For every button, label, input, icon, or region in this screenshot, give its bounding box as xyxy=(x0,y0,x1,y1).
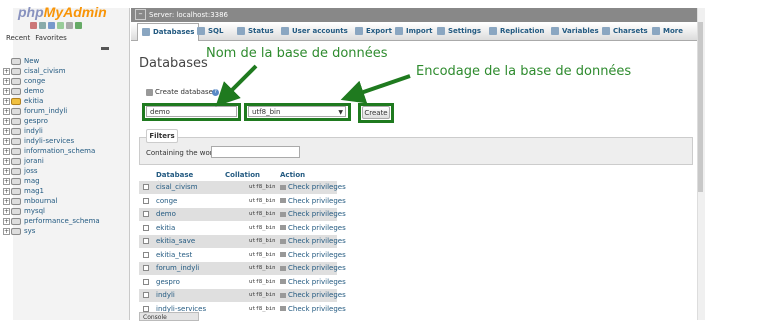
check-privileges-label: Check privileges xyxy=(288,264,346,272)
filter-input[interactable] xyxy=(211,146,300,158)
row-checkbox[interactable] xyxy=(143,211,149,217)
row-checkbox[interactable] xyxy=(143,238,149,244)
check-privileges-link[interactable]: Check privileges xyxy=(280,224,346,232)
row-checkbox[interactable] xyxy=(143,197,149,204)
filters-legend: Filters xyxy=(146,129,178,143)
collation-value: utf8_bin xyxy=(249,265,276,271)
column-database-label: Database xyxy=(156,171,194,179)
collation-value: utf8_bin xyxy=(249,238,276,244)
privileges-icon xyxy=(280,211,286,217)
database-link[interactable]: conge xyxy=(156,197,177,205)
collation-value: utf8_bin xyxy=(249,251,276,258)
row-checkbox[interactable] xyxy=(143,292,149,298)
privileges-icon xyxy=(280,238,286,244)
database-link[interactable]: ekitia xyxy=(156,224,175,232)
check-privileges-label: Check privileges xyxy=(288,210,346,218)
check-privileges-link[interactable]: Check privileges xyxy=(280,251,346,259)
table-row: ekitia_test utf8_bin Check privileges xyxy=(139,248,346,262)
table-row: demo utf8_bin Check privileges xyxy=(139,208,346,221)
column-collation[interactable]: Collation xyxy=(225,171,260,180)
table-row: conge utf8_bin Check privileges xyxy=(139,194,346,208)
row-checkbox[interactable] xyxy=(143,305,149,312)
check-privileges-label: Check privileges xyxy=(288,196,346,205)
database-link[interactable]: ekitia_save xyxy=(156,237,195,245)
check-privileges-label: Check privileges xyxy=(288,183,346,191)
database-link[interactable]: ekitia_test xyxy=(156,251,192,259)
check-privileges-label: Check privileges xyxy=(288,291,346,299)
privileges-icon xyxy=(280,198,286,203)
check-privileges-link[interactable]: Check privileges xyxy=(280,237,346,245)
check-privileges-link[interactable]: Check privileges xyxy=(280,305,346,313)
containing-word-label: Containing the word: xyxy=(146,149,220,157)
row-checkbox[interactable] xyxy=(143,265,149,271)
check-privileges-link[interactable]: Check privileges xyxy=(280,291,346,299)
database-link[interactable]: indyli xyxy=(156,291,175,299)
arrow-to-collation xyxy=(340,74,411,104)
scrollbar-thumb[interactable] xyxy=(698,22,703,192)
check-privileges-link[interactable]: Check privileges xyxy=(280,264,346,272)
table-row: cisal_civism utf8_bin Check privileges xyxy=(139,181,346,194)
collation-value: utf8_bin xyxy=(249,211,276,217)
collation-value: utf8_bin xyxy=(249,197,276,204)
collation-value: utf8_bin xyxy=(249,278,276,285)
column-action: Action xyxy=(280,171,306,179)
check-privileges-label: Check privileges xyxy=(288,223,346,232)
table-row: ekitia utf8_bin Check privileges xyxy=(139,221,346,235)
column-database[interactable]: Database ▲ xyxy=(156,171,194,187)
row-checkbox[interactable] xyxy=(143,278,149,285)
arrow-to-db-name xyxy=(215,64,258,107)
privileges-icon xyxy=(280,184,286,190)
database-link[interactable]: forum_indyli xyxy=(156,264,199,272)
collation-value: utf8_bin xyxy=(249,292,276,298)
check-privileges-link[interactable]: Check privileges xyxy=(280,183,346,191)
collation-value: utf8_bin xyxy=(249,305,276,312)
check-privileges-label: Check privileges xyxy=(288,250,346,259)
privileges-icon xyxy=(280,306,286,311)
check-privileges-label: Check privileges xyxy=(288,237,346,245)
table-row: indyli utf8_bin Check privileges xyxy=(139,289,346,302)
database-link[interactable]: demo xyxy=(156,210,176,218)
table-row: ekitia_save utf8_bin Check privileges xyxy=(139,235,346,248)
console-bar[interactable]: Console xyxy=(139,312,199,321)
row-checkbox[interactable] xyxy=(143,224,149,231)
privileges-icon xyxy=(280,279,286,284)
collation-value: utf8_bin xyxy=(249,184,276,190)
table-row: gespro utf8_bin Check privileges xyxy=(139,275,346,289)
collation-value: utf8_bin xyxy=(249,224,276,231)
check-privileges-link[interactable]: Check privileges xyxy=(280,210,346,218)
database-link[interactable]: gespro xyxy=(156,278,180,286)
database-link[interactable]: cisal_civism xyxy=(156,183,198,191)
check-privileges-label: Check privileges xyxy=(288,277,346,286)
check-privileges-label: Check privileges xyxy=(288,304,346,313)
table-row: forum_indyli utf8_bin Check privileges xyxy=(139,262,346,275)
privileges-icon xyxy=(280,265,286,271)
privileges-icon xyxy=(280,252,286,257)
row-checkbox[interactable] xyxy=(143,251,149,258)
row-checkbox[interactable] xyxy=(143,184,149,190)
privileges-icon xyxy=(280,292,286,298)
check-privileges-link[interactable]: Check privileges xyxy=(280,278,346,286)
check-privileges-link[interactable]: Check privileges xyxy=(280,197,346,205)
privileges-icon xyxy=(280,225,286,230)
